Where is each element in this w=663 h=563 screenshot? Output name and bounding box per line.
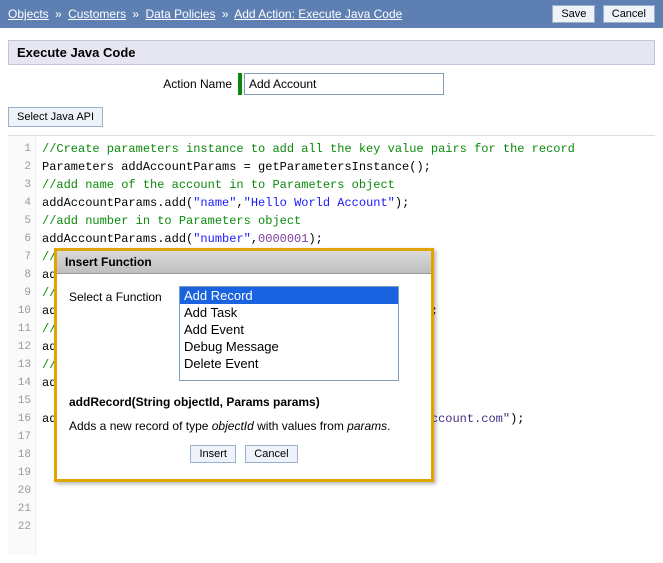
code-line[interactable]: //Create parameters instance to add all …: [42, 140, 655, 158]
line-number: 12: [8, 338, 31, 356]
desc-text: with values from: [254, 419, 347, 433]
select-function-label: Select a Function: [69, 286, 179, 304]
code-editor[interactable]: 12345678910111213141516171819202122 //Cr…: [8, 135, 655, 555]
line-number: 17: [8, 428, 31, 446]
action-name-row: Action Name: [8, 65, 655, 103]
function-option[interactable]: Add Record: [180, 287, 398, 304]
code-line[interactable]: addAccountParams.add("number",0000001);: [42, 230, 655, 248]
code-line[interactable]: addAccountParams.add("name","Hello World…: [42, 194, 655, 212]
desc-text: Adds a new record of type: [69, 419, 212, 433]
line-number: 6: [8, 230, 31, 248]
code-line[interactable]: //add number in to Parameters object: [42, 212, 655, 230]
breadcrumb-objects[interactable]: Objects: [8, 7, 49, 21]
breadcrumb-sep: »: [52, 7, 65, 21]
required-marker: [238, 73, 242, 95]
line-number: 18: [8, 446, 31, 464]
code-line[interactable]: [42, 482, 655, 500]
line-number: 19: [8, 464, 31, 482]
code-line[interactable]: Parameters addAccountParams = getParamet…: [42, 158, 655, 176]
line-gutter: 12345678910111213141516171819202122: [8, 136, 36, 555]
action-name-input[interactable]: [244, 73, 444, 95]
dialog-body: Select a Function Add RecordAdd TaskAdd …: [57, 274, 431, 479]
function-signature: addRecord(String objectId, Params params…: [69, 395, 419, 409]
code-line[interactable]: [42, 500, 655, 518]
line-number: 16: [8, 410, 31, 428]
line-number: 8: [8, 266, 31, 284]
line-number: 7: [8, 248, 31, 266]
line-number: 21: [8, 500, 31, 518]
dialog-cancel-button[interactable]: Cancel: [245, 445, 297, 463]
line-number: 14: [8, 374, 31, 392]
breadcrumb-current[interactable]: Add Action: Execute Java Code: [234, 7, 402, 21]
function-option[interactable]: Add Event: [180, 321, 398, 338]
select-java-api-button[interactable]: Select Java API: [8, 107, 103, 127]
line-number: 13: [8, 356, 31, 374]
breadcrumb: Objects » Customers » Data Policies » Ad…: [8, 7, 402, 21]
function-listbox[interactable]: Add RecordAdd TaskAdd EventDebug Message…: [179, 286, 399, 381]
line-number: 20: [8, 482, 31, 500]
save-button[interactable]: Save: [552, 5, 595, 23]
dialog-title: Insert Function: [57, 251, 431, 274]
desc-objectid: objectId: [212, 419, 254, 433]
function-description: Adds a new record of type objectId with …: [69, 419, 419, 435]
cancel-button[interactable]: Cancel: [603, 5, 655, 23]
line-number: 9: [8, 284, 31, 302]
top-buttons: Save Cancel: [548, 5, 655, 23]
section-header: Execute Java Code: [8, 40, 655, 65]
line-number: 22: [8, 518, 31, 536]
line-number: 1: [8, 140, 31, 158]
code-line[interactable]: [42, 518, 655, 536]
desc-text: .: [387, 419, 390, 433]
desc-params: params: [347, 419, 387, 433]
line-number: 4: [8, 194, 31, 212]
breadcrumb-sep: »: [219, 7, 232, 21]
function-option[interactable]: Delete Event: [180, 355, 398, 372]
breadcrumb-customers[interactable]: Customers: [68, 7, 126, 21]
line-number: 3: [8, 176, 31, 194]
function-option[interactable]: Debug Message: [180, 338, 398, 355]
insert-function-dialog: Insert Function Select a Function Add Re…: [54, 248, 434, 482]
breadcrumb-sep: »: [129, 7, 142, 21]
code-line[interactable]: //add name of the account in to Paramete…: [42, 176, 655, 194]
line-number: 15: [8, 392, 31, 410]
dialog-buttons: Insert Cancel: [69, 435, 419, 467]
line-number: 11: [8, 320, 31, 338]
line-number: 10: [8, 302, 31, 320]
line-number: 5: [8, 212, 31, 230]
insert-button[interactable]: Insert: [190, 445, 236, 463]
line-number: 2: [8, 158, 31, 176]
function-option[interactable]: Add Task: [180, 304, 398, 321]
action-name-label: Action Name: [8, 77, 238, 91]
content-area: Execute Java Code Action Name Select Jav…: [0, 28, 663, 563]
breadcrumb-data-policies[interactable]: Data Policies: [145, 7, 215, 21]
top-bar: Objects » Customers » Data Policies » Ad…: [0, 0, 663, 28]
